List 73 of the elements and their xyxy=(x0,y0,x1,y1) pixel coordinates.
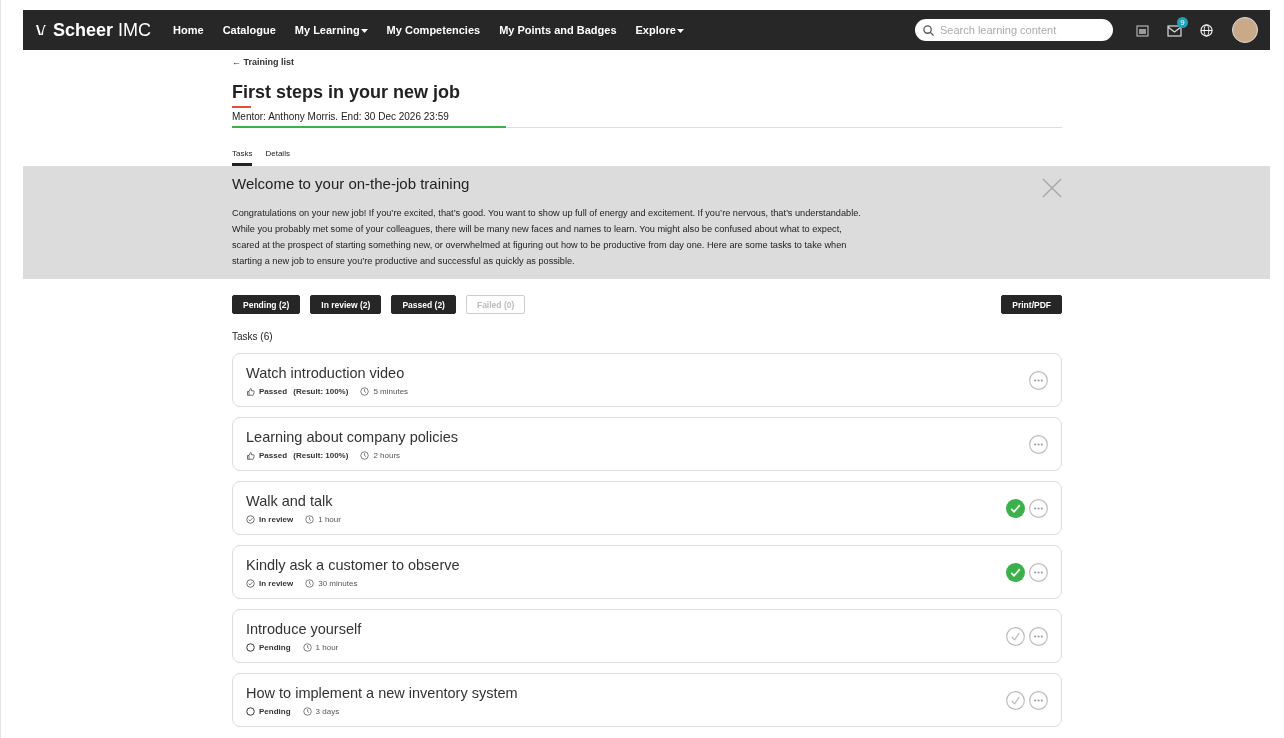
thumb-up-icon xyxy=(246,386,255,396)
task-title: Introduce yourself xyxy=(246,620,363,637)
check-circle-icon xyxy=(246,514,255,524)
clock-icon xyxy=(360,450,370,460)
more-button[interactable] xyxy=(1029,626,1048,646)
globe-icon[interactable] xyxy=(1200,23,1213,37)
task-card[interactable]: Introduce yourself Pending 1 hour xyxy=(232,609,1062,663)
task-card[interactable]: Walk and talk In review 1 hour xyxy=(232,481,1062,535)
more-button[interactable] xyxy=(1029,562,1048,582)
avatar[interactable] xyxy=(1232,17,1258,43)
task-duration: 5 minutes xyxy=(373,386,409,396)
filter-button[interactable]: Pending (2) xyxy=(232,295,301,314)
filter-button[interactable]: Passed (2) xyxy=(391,295,456,314)
mentor-info: Mentor: Anthony Morris. End: 30 Dec 2026 23:59 xyxy=(232,111,450,122)
task-duration: 30 minutes xyxy=(318,578,358,588)
task-card[interactable]: How to implement a new inventory system Pending 3 days xyxy=(232,673,1062,727)
search-field[interactable]: Search learning content xyxy=(915,19,1113,41)
check-button[interactable] xyxy=(1006,626,1025,646)
tasks-heading: Tasks (6) xyxy=(232,331,274,342)
task-title: Kindly ask a customer to observe xyxy=(246,556,461,573)
notification-badge: 9 xyxy=(1177,16,1188,28)
page-title: First steps in your new job xyxy=(232,82,462,103)
thumb-up-icon xyxy=(246,450,255,460)
task-status: Passed xyxy=(259,450,288,460)
banner-title: Welcome to your on-the-job training xyxy=(232,175,470,192)
more-button[interactable] xyxy=(1029,434,1048,454)
check-button[interactable] xyxy=(1006,498,1025,518)
nav-link[interactable]: My Points and Badges xyxy=(499,24,617,36)
check-button[interactable] xyxy=(1006,690,1025,710)
task-duration: 1 hour xyxy=(318,514,341,524)
task-title: Learning about company policies xyxy=(246,428,459,445)
circle-icon xyxy=(246,642,255,652)
nav-link[interactable]: Home xyxy=(173,24,204,36)
close-icon[interactable] xyxy=(1042,178,1062,198)
task-card[interactable]: Learning about company policies Passed (Result: 100%) 2 hours xyxy=(232,417,1062,471)
logo-icon xyxy=(35,23,49,37)
clock-icon xyxy=(305,578,315,588)
task-result: (Result: 100%) xyxy=(292,386,349,396)
logo-text: Scheer IMC xyxy=(53,19,152,41)
more-button[interactable] xyxy=(1029,498,1048,518)
task-status: In review xyxy=(259,578,294,588)
task-title: How to implement a new inventory system xyxy=(246,684,519,701)
check-button[interactable] xyxy=(1006,562,1025,582)
circle-icon xyxy=(246,706,255,716)
nav-link[interactable]: Catalogue xyxy=(222,24,276,36)
task-status: Pending xyxy=(259,642,291,652)
task-title: Walk and talk xyxy=(246,492,334,509)
task-title: Watch introduction video xyxy=(246,364,406,381)
clock-icon xyxy=(360,386,370,396)
check-circle-icon xyxy=(246,578,255,588)
task-status: Passed xyxy=(259,386,288,396)
task-result: (Result: 100%) xyxy=(292,450,349,460)
print-button[interactable]: Print/PDF xyxy=(1001,295,1062,314)
nav-link[interactable]: Explore xyxy=(635,24,684,36)
task-duration: 3 days xyxy=(315,706,340,716)
nav-link[interactable]: My Competencies xyxy=(386,24,481,36)
task-status: Pending xyxy=(259,706,291,716)
tab[interactable]: Details xyxy=(265,149,290,166)
task-duration: 1 hour xyxy=(315,642,339,652)
clock-icon xyxy=(302,706,312,716)
back-link[interactable]: ← Training list xyxy=(232,57,294,67)
mail-icon[interactable] xyxy=(1167,23,1182,37)
task-duration: 2 hours xyxy=(373,450,401,460)
task-status: In review xyxy=(259,514,294,524)
nav-link[interactable]: My Learning xyxy=(294,24,368,36)
filter-button[interactable]: In review (2) xyxy=(310,295,382,314)
task-card[interactable]: Watch introduction video Passed (Result: 100%) 5 minutes xyxy=(232,353,1062,407)
clock-icon xyxy=(302,642,312,652)
task-card[interactable]: Kindly ask a customer to observe In review 30 minutes xyxy=(232,545,1062,599)
banner-text: Congratulations on your new job! If you’re excited, that’s good. You want to show up full of energy and excitement. If you’re nervous, that’s understandable. While you probably met some of your colleagues, there will be many new faces and names to learn. You might also be confused about what to expect, scared at the prospect of starting something new, or overwhelmed at figuring out how to be productive from day one. Here are some tasks to take when starting a new job to ensure you’re productive and successful as quickly as possible. xyxy=(232,207,862,268)
more-button[interactable] xyxy=(1029,370,1048,390)
clock-icon xyxy=(305,514,315,524)
more-button[interactable] xyxy=(1029,690,1048,710)
